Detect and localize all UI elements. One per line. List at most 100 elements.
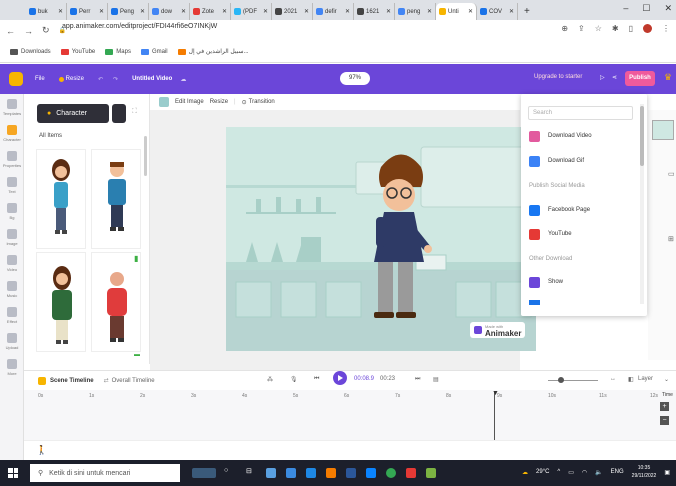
publish-menu-item[interactable]: Facebook Page	[529, 202, 590, 218]
fit-icon[interactable]: ↔	[610, 376, 616, 382]
rail-item-character[interactable]: Character	[0, 120, 24, 146]
overall-timeline-tab[interactable]: Overall Timeline	[112, 378, 155, 384]
tray-chevron-icon[interactable]: ^	[557, 469, 560, 475]
profile-avatar[interactable]	[643, 24, 652, 33]
word-icon[interactable]	[346, 468, 356, 478]
reload-icon[interactable]: ↻	[42, 25, 50, 36]
file-menu[interactable]: File	[35, 76, 45, 82]
close-tab-icon[interactable]: ✕	[181, 8, 186, 15]
close-tab-icon[interactable]: ✕	[345, 8, 350, 15]
battery-icon[interactable]: ▭	[568, 469, 574, 476]
person-track-icon[interactable]: 🚶	[36, 445, 47, 456]
close-tab-icon[interactable]: ✕	[263, 8, 268, 15]
character-thumbnail[interactable]	[36, 149, 86, 249]
task-manager-icon[interactable]: ⊟	[246, 467, 252, 475]
character-thumbnail[interactable]	[91, 252, 141, 352]
edit-image-button[interactable]: Edit Image	[175, 99, 204, 105]
app-icon[interactable]	[406, 468, 416, 478]
resize-stage-button[interactable]: Resize	[210, 99, 228, 105]
character-options-button[interactable]	[112, 104, 126, 123]
weather-widget-icon[interactable]	[192, 468, 216, 478]
edge-icon[interactable]	[366, 468, 376, 478]
redo-icon[interactable]: ↷	[113, 76, 118, 83]
close-tab-icon[interactable]: ✕	[99, 8, 104, 15]
rail-item-upload[interactable]: Upload	[0, 328, 24, 354]
magic-icon[interactable]: ⁂	[267, 376, 273, 383]
mail-icon[interactable]	[306, 468, 316, 478]
zoom-out-button[interactable]: −	[660, 416, 669, 425]
animaker-logo[interactable]	[9, 72, 23, 86]
windows-start-icon[interactable]	[8, 468, 18, 478]
close-tab-icon[interactable]: ✕	[468, 8, 473, 15]
undo-icon[interactable]: ↶	[98, 76, 103, 83]
zoom-in-button[interactable]: +	[660, 402, 669, 411]
mic-icon[interactable]: 🎙	[290, 376, 298, 383]
close-tab-icon[interactable]: ✕	[140, 8, 145, 15]
rail-item-effect[interactable]: Effect	[0, 302, 24, 328]
skip-back-icon[interactable]: ⏮	[314, 376, 319, 383]
close-tab-icon[interactable]: ✕	[58, 8, 63, 15]
playhead-marker-icon[interactable]: ▼	[492, 390, 499, 397]
file-explorer-icon[interactable]	[266, 468, 276, 478]
character-thumbnail[interactable]	[36, 252, 86, 352]
scene-list-icon[interactable]: ▭	[668, 170, 675, 178]
close-window-icon[interactable]: ✕	[664, 3, 672, 14]
close-tab-icon[interactable]: ✕	[304, 8, 309, 15]
bookmark-item[interactable]: Gmail	[140, 48, 168, 55]
close-tab-icon[interactable]: ✕	[427, 8, 432, 15]
bookmark-item[interactable]: Maps	[105, 48, 131, 55]
crown-icon[interactable]: ♛	[664, 72, 672, 83]
url-bar[interactable]: app.animaker.com/editproject/FDI44rfi6eO…	[62, 23, 217, 30]
browser-tab[interactable]: Perr ✕	[67, 3, 108, 20]
share-app-icon[interactable]: ⋖	[612, 74, 617, 81]
publish-menu-item[interactable]: Download Gif	[529, 153, 584, 169]
browser-tab[interactable]: (PDF ✕	[231, 3, 272, 20]
add-scene-icon[interactable]: ⊞	[668, 235, 674, 243]
temperature[interactable]: 29°C	[536, 469, 549, 475]
rail-item-video[interactable]: Video	[0, 250, 24, 276]
rail-item-bg[interactable]: Bg	[0, 198, 24, 224]
skip-forward-icon[interactable]: ⏭	[415, 376, 420, 383]
publish-search-input[interactable]: Search	[528, 106, 633, 120]
wifi-icon[interactable]: ◠	[582, 469, 587, 476]
play-button[interactable]	[333, 371, 347, 385]
notification-icon[interactable]: ▣	[664, 469, 670, 476]
minimize-icon[interactable]: –	[623, 3, 628, 14]
browser-tab[interactable]: Peng ✕	[108, 3, 149, 20]
store-icon[interactable]	[286, 468, 296, 478]
dropdown-scroll-thumb[interactable]	[640, 106, 644, 166]
back-icon[interactable]: ←	[6, 26, 15, 36]
browser-tab[interactable]: peng ✕	[395, 3, 436, 20]
upgrade-link[interactable]: Upgrade to starter	[534, 74, 582, 80]
bookmark-item[interactable]: YouTube	[60, 48, 95, 55]
character-tab[interactable]: ● Character	[37, 104, 109, 123]
panel-scrollbar[interactable]	[144, 136, 147, 176]
close-tab-icon[interactable]: ✕	[222, 8, 227, 15]
bookmark-item[interactable]: Downloads	[10, 48, 51, 55]
notepad-icon[interactable]	[426, 468, 436, 478]
zoom-slider-handle[interactable]	[558, 377, 564, 383]
character-thumbnail[interactable]	[91, 149, 141, 249]
publish-menu-item[interactable]: Download Video	[529, 128, 592, 144]
bookmark-item[interactable]: سبيل الراشدين في إل...	[177, 48, 249, 55]
browser-tab[interactable]: buk ✕	[26, 3, 67, 20]
chrome-icon[interactable]	[386, 468, 396, 478]
transition-button[interactable]: Transition	[249, 99, 275, 105]
publish-menu-item[interactable]: YouTube	[529, 226, 572, 242]
browser-tab[interactable]: Zote ✕	[190, 3, 231, 20]
rail-item-text[interactable]: Text	[0, 172, 24, 198]
chevron-down-icon[interactable]: ⌄	[664, 376, 669, 383]
playhead[interactable]	[494, 392, 495, 440]
star-icon[interactable]: ☆	[595, 24, 602, 33]
caption-icon[interactable]: ▤	[433, 376, 439, 383]
bookmark-icon[interactable]: ▮	[134, 254, 138, 263]
menu-icon[interactable]: ⋮	[662, 24, 670, 33]
rail-item-properties[interactable]: Properties	[0, 146, 24, 172]
taskbar-search[interactable]: ⚲ Ketik di sini untuk mencari	[30, 464, 180, 482]
scene-canvas[interactable]: Made with Animaker	[226, 127, 536, 351]
browser-tab[interactable]: defir ✕	[313, 3, 354, 20]
browser-tab[interactable]: COV ✕	[477, 3, 518, 20]
sidebar-icon[interactable]: ▯	[629, 24, 633, 33]
rail-item-image[interactable]: Image	[0, 224, 24, 250]
browser-tab[interactable]: dow ✕	[149, 3, 190, 20]
